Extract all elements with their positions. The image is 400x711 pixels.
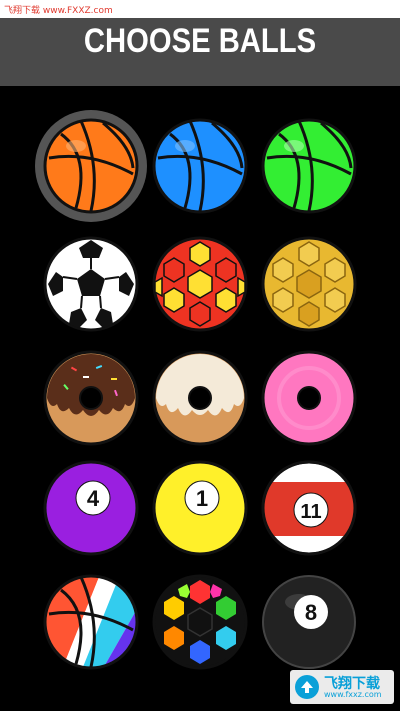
ball-option-basketball-green[interactable] [259,116,359,216]
soccer-ball-gold-icon [261,236,357,332]
pool-ball-4-icon: 4 [43,460,139,556]
basketball-blue-icon [152,118,248,214]
ball-option-basketball-orange[interactable] [35,110,147,222]
pool-ball-number: 4 [87,486,100,511]
pool-ball-11-icon: 11 [261,460,357,556]
donut-vanilla-icon [152,350,248,446]
ball-option-soccer-red-yellow[interactable] [150,234,250,334]
soccer-ball-white-icon [43,236,139,332]
donut-pink-icon [261,350,357,446]
basketball-green-icon [261,118,357,214]
ball-option-donut-chocolate[interactable] [41,348,141,448]
basketball-orange-icon [43,118,139,214]
pool-ball-number: 1 [196,486,208,511]
fxxz-logo-icon [295,675,319,699]
watermark-url: www.fxxz.com [324,690,382,699]
ball-option-basketball-blue[interactable] [150,116,250,216]
pool-ball-8-icon: 8 [262,575,356,669]
ball-option-pool-ball-4[interactable]: 4 [41,458,141,558]
basketball-rainbow-icon [43,574,139,670]
watermark-top: 飞翔下载 www.FXXZ.com [0,0,400,18]
ball-option-basketball-rainbow[interactable] [41,572,141,672]
ball-option-donut-pink[interactable] [259,348,359,448]
ball-option-pool-ball-1[interactable]: 1 [150,458,250,558]
ball-option-soccer-white[interactable] [41,234,141,334]
ball-option-pool-ball-11[interactable]: 11 [259,458,359,558]
ball-option-pool-ball-8[interactable]: 8 [259,572,359,672]
ball-grid: 4 1 11 8 [0,0,400,711]
ball-option-soccer-gold[interactable] [259,234,359,334]
soccer-ball-rainbow-icon [152,574,248,670]
pool-ball-number: 8 [305,600,317,625]
soccer-ball-red-yellow-icon [152,236,248,332]
watermark-bottom: 飞翔下载 www.fxxz.com [290,670,394,704]
pool-ball-1-icon: 1 [152,460,248,556]
watermark-text: 飞翔下载 www.FXXZ.com [4,6,113,16]
ball-option-soccer-rainbow[interactable] [150,572,250,672]
ball-option-donut-vanilla[interactable] [150,348,250,448]
donut-chocolate-icon [43,350,139,446]
pool-ball-number: 11 [300,501,321,523]
